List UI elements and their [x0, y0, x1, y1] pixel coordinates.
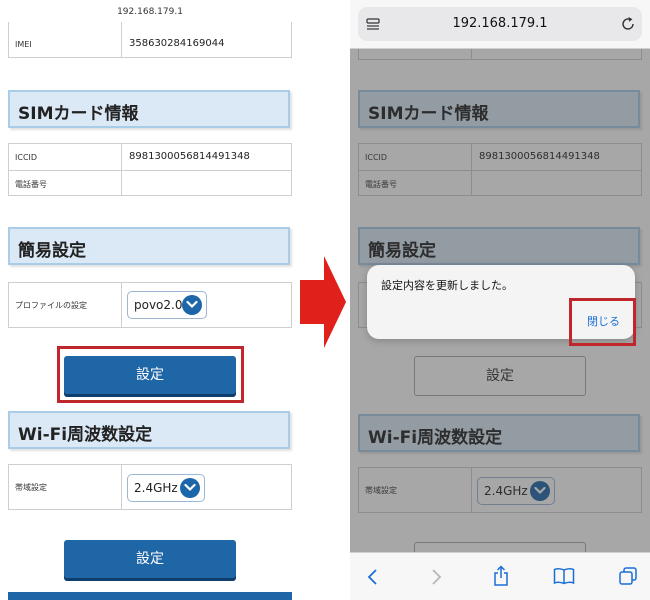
- bookmarks-icon[interactable]: [553, 567, 575, 585]
- band-label: 帯域設定: [15, 483, 47, 492]
- next-button-edge: [8, 592, 292, 600]
- chevron-down-icon: [180, 478, 200, 498]
- browser-address-area: 192.168.179.1: [350, 0, 650, 49]
- chevron-down-icon: [182, 295, 202, 315]
- tabs-icon[interactable]: [618, 566, 638, 586]
- row-divider: [121, 465, 122, 509]
- arrow-right-icon: [298, 252, 348, 352]
- profile-label: プロファイルの設定: [15, 301, 87, 310]
- imei-value: 358630284169044: [129, 38, 225, 49]
- profile-select[interactable]: povo2.0: [127, 291, 207, 319]
- reload-icon[interactable]: [620, 16, 636, 32]
- row-divider: [121, 22, 122, 57]
- row-divider: [121, 283, 122, 327]
- imei-label: IMEI: [15, 40, 32, 49]
- back-icon[interactable]: [365, 568, 381, 586]
- band-select-value: 2.4GHz: [134, 481, 178, 495]
- easy-section-title: 簡易設定: [18, 241, 86, 261]
- left-screenshot: 192.168.179.1 IMEI 358630284169044 SIMカー…: [0, 0, 300, 600]
- band-row: 帯域設定 2.4GHz: [8, 464, 292, 510]
- sim-table: ICCID 8981300056814491348 電話番号: [8, 143, 292, 196]
- right-screenshot: SIMカード情報 ICCID 8981300056814491348 電話番号 …: [350, 0, 650, 600]
- share-icon[interactable]: [492, 565, 510, 587]
- set-button[interactable]: 設定: [64, 356, 236, 394]
- wifi-section-header: Wi-Fi周波数設定: [8, 411, 290, 449]
- iccid-label: ICCID: [15, 153, 38, 162]
- url-text: 192.168.179.1: [117, 7, 183, 17]
- wifi-section-title: Wi-Fi周波数設定: [18, 425, 153, 445]
- highlight-box: [569, 298, 636, 346]
- profile-select-value: povo2.0: [134, 298, 183, 312]
- dialog-message: 設定内容を更新しました。: [381, 279, 513, 292]
- profile-row: プロファイルの設定 povo2.0: [8, 282, 292, 328]
- row-separator: [9, 170, 291, 171]
- set-button-2[interactable]: 設定: [64, 540, 236, 578]
- phone-label: 電話番号: [15, 180, 47, 189]
- easy-section-header: 簡易設定: [8, 227, 290, 265]
- browser-toolbar: [350, 552, 650, 600]
- iccid-value: 8981300056814491348: [129, 151, 250, 162]
- imei-row: IMEI 358630284169044: [8, 22, 292, 58]
- sim-section-title: SIMカード情報: [18, 104, 139, 124]
- forward-icon[interactable]: [428, 568, 444, 586]
- sim-section-header: SIMカード情報: [8, 90, 290, 128]
- address-bar[interactable]: 192.168.179.1: [358, 7, 642, 41]
- url-text: 192.168.179.1: [452, 16, 548, 31]
- band-select[interactable]: 2.4GHz: [127, 474, 205, 502]
